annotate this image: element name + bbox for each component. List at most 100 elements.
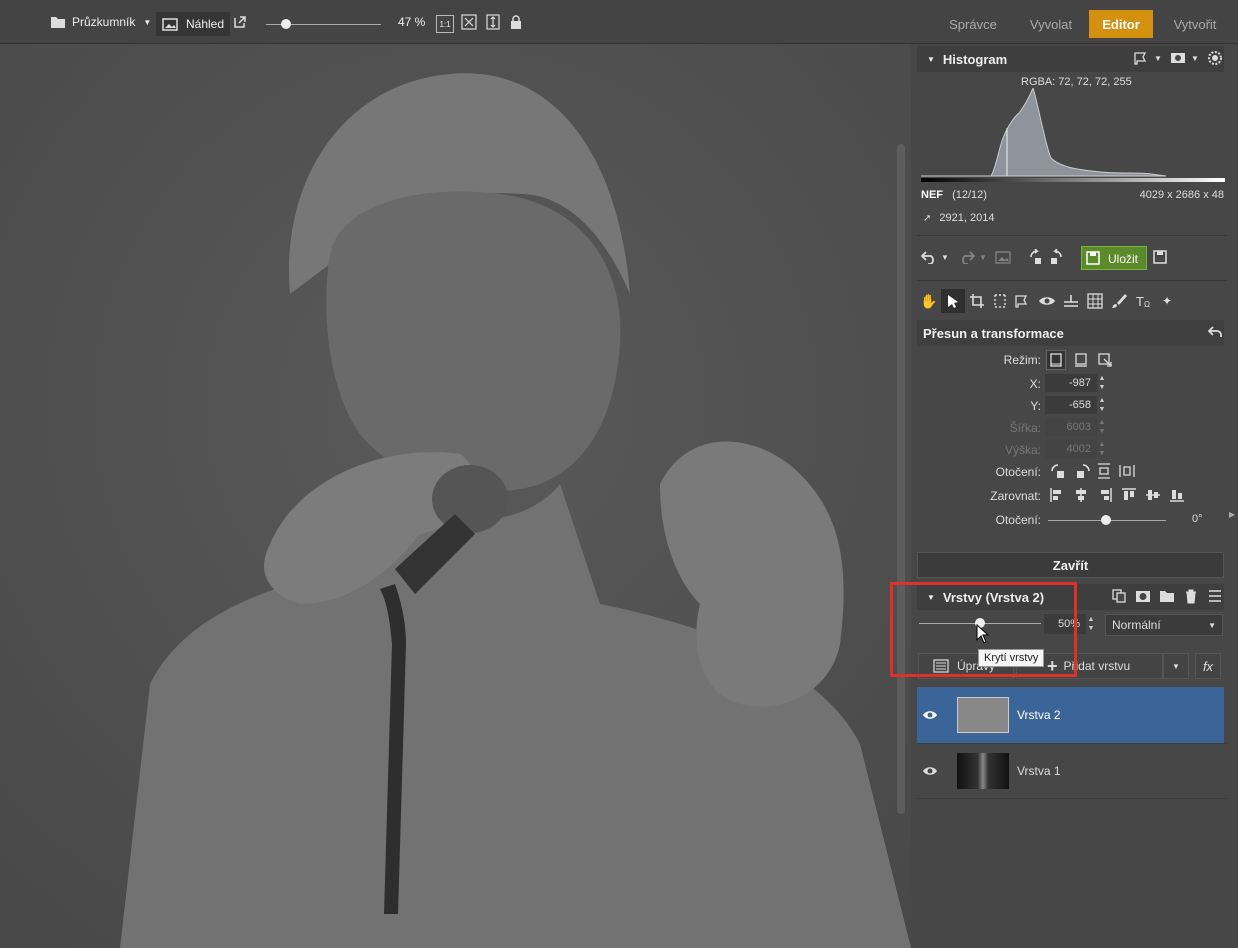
crop-tool-icon[interactable] — [967, 291, 987, 311]
red-eye-tool-icon[interactable] — [1037, 291, 1057, 311]
layer-thumbnail — [957, 753, 1009, 789]
image-icon — [162, 17, 178, 31]
chevron-down-icon[interactable]: ▼ — [978, 247, 988, 267]
text-tool-icon[interactable]: TΩ — [1132, 291, 1154, 311]
chevron-down-icon[interactable]: ▼ — [1190, 50, 1200, 66]
mode-canvas-icon[interactable] — [1071, 350, 1091, 370]
settings-icon[interactable] — [1206, 49, 1224, 67]
ratio-1-1-button[interactable]: 1:1 — [436, 15, 454, 33]
rotate-right-icon[interactable] — [1071, 462, 1093, 480]
lock-button[interactable] — [510, 0, 522, 44]
height-stepper[interactable]: ▲ ▼ — [1097, 440, 1107, 458]
duplicate-layer-icon[interactable] — [1110, 587, 1128, 605]
mode-tab-vyvolat[interactable]: Vyvolat — [1016, 10, 1086, 38]
preview-label: Náhled — [186, 17, 225, 31]
reset-transform-icon[interactable] — [1206, 323, 1224, 341]
rotation-value: 0° — [1192, 513, 1203, 525]
align-label: Zarovnat: — [990, 489, 1041, 503]
browser-label: Průzkumník — [72, 15, 136, 29]
flip-horizontal-icon[interactable] — [1118, 462, 1136, 480]
transform-header: Přesun a transformace — [917, 320, 1224, 346]
rotation-slider-knob[interactable] — [1101, 515, 1111, 525]
add-layer-dropdown[interactable]: ▼ — [1163, 653, 1189, 679]
eye-icon[interactable] — [922, 766, 938, 776]
chevron-down-icon: ▼ — [1172, 661, 1180, 671]
mode-tab-spravce[interactable]: Správce — [938, 10, 1008, 38]
save-button[interactable]: Uložit — [1100, 246, 1148, 270]
effects-tool-icon[interactable]: ✦ — [1157, 291, 1177, 311]
redo-icon[interactable] — [958, 247, 976, 267]
mode-selection-icon[interactable] — [1095, 350, 1115, 370]
undo-icon[interactable] — [920, 247, 938, 267]
eye-icon[interactable] — [922, 710, 938, 720]
width-label: Šířka: — [1009, 421, 1041, 435]
trash-icon[interactable] — [1182, 587, 1200, 605]
opacity-stepper[interactable]: ▲ ▼ — [1086, 615, 1096, 633]
hand-tool-icon[interactable]: ✋ — [919, 291, 939, 311]
photo-canvas[interactable] — [0, 44, 911, 948]
blend-mode-select[interactable]: Normální ▼ — [1105, 614, 1223, 636]
divider — [917, 280, 1227, 281]
fit-height-icon — [486, 14, 500, 30]
photo-image — [0, 44, 911, 948]
y-stepper[interactable]: ▲ ▼ — [1097, 396, 1107, 414]
x-stepper[interactable]: ▲ ▼ — [1097, 374, 1107, 392]
preview-button[interactable]: Náhled — [156, 12, 231, 36]
panel-expand-arrow[interactable]: ▶ — [1229, 510, 1235, 519]
layer-thumbnail — [957, 697, 1009, 733]
menu-icon[interactable] — [1206, 587, 1224, 605]
x-field[interactable]: -987 — [1045, 374, 1097, 392]
canvas-vertical-scrollbar[interactable] — [897, 144, 905, 814]
browser-button[interactable]: Průzkumník ▼ — [50, 0, 151, 44]
divider — [917, 235, 1227, 236]
fit-screen-button[interactable] — [461, 0, 477, 44]
perspective-tool-icon[interactable] — [990, 291, 1010, 311]
selection-tool-icon[interactable] — [1013, 291, 1033, 311]
width-stepper[interactable]: ▲ ▼ — [1097, 418, 1107, 436]
brush-tool-icon[interactable] — [1109, 291, 1129, 311]
flip-vertical-icon[interactable] — [1095, 462, 1113, 480]
layer-name: Vrstva 2 — [1017, 708, 1061, 722]
layer-name: Vrstva 1 — [1017, 764, 1061, 778]
align-right-icon[interactable] — [1096, 486, 1114, 504]
align-center-h-icon[interactable] — [1072, 486, 1090, 504]
mode-layer-icon[interactable] — [1046, 350, 1066, 370]
layer-row-vrstva-2[interactable]: Vrstva 2 — [917, 687, 1224, 743]
rotate-left-icon[interactable] — [1048, 462, 1070, 480]
straighten-tool-icon[interactable] — [1061, 291, 1081, 311]
align-center-v-icon[interactable] — [1144, 486, 1162, 504]
chevron-down-icon[interactable]: ▼ — [143, 18, 151, 27]
collapse-arrow-icon[interactable]: ▼ — [927, 55, 935, 64]
rotate-pair-icon[interactable] — [1028, 247, 1064, 267]
external-link-icon — [234, 16, 246, 28]
mask-icon[interactable] — [1134, 587, 1152, 605]
align-top-icon[interactable] — [1120, 486, 1138, 504]
height-field[interactable]: 4002 — [1045, 440, 1097, 458]
fx-button[interactable]: fx — [1195, 653, 1221, 679]
channel-icon[interactable] — [1169, 50, 1187, 66]
clone-tool-icon[interactable] — [1085, 291, 1105, 311]
cursor-position-value: 2921, 2014 — [939, 212, 995, 224]
zoom-slider-knob[interactable] — [280, 19, 291, 29]
layer-row-vrstva-1[interactable]: Vrstva 1 — [917, 743, 1224, 799]
y-field[interactable]: -658 — [1045, 396, 1097, 414]
fit-height-button[interactable] — [486, 0, 500, 44]
close-button[interactable]: Zavřít — [917, 552, 1224, 578]
flag-icon[interactable] — [1133, 50, 1149, 66]
chevron-down-icon[interactable]: ▼ — [940, 247, 950, 267]
save-as-icon[interactable] — [1151, 247, 1169, 267]
mode-tab-vytvorit[interactable]: Vytvořit — [1160, 10, 1230, 38]
zoom-percent: 47 % — [398, 15, 426, 29]
folder-icon[interactable] — [1158, 587, 1176, 605]
align-left-icon[interactable] — [1048, 486, 1066, 504]
mode-tab-editor[interactable]: Editor — [1089, 10, 1153, 38]
histogram-title: Histogram — [942, 51, 1008, 67]
image-history-icon[interactable] — [994, 247, 1012, 267]
width-field[interactable]: 6003 — [1045, 418, 1097, 436]
move-tool-icon[interactable] — [941, 289, 965, 313]
height-label: Výška: — [1004, 443, 1041, 457]
align-bottom-icon[interactable] — [1168, 486, 1186, 504]
chevron-down-icon[interactable]: ▼ — [1153, 50, 1163, 66]
external-open-button[interactable] — [233, 0, 247, 44]
image-dimensions: 4029 x 2686 x 48 — [1139, 189, 1224, 201]
